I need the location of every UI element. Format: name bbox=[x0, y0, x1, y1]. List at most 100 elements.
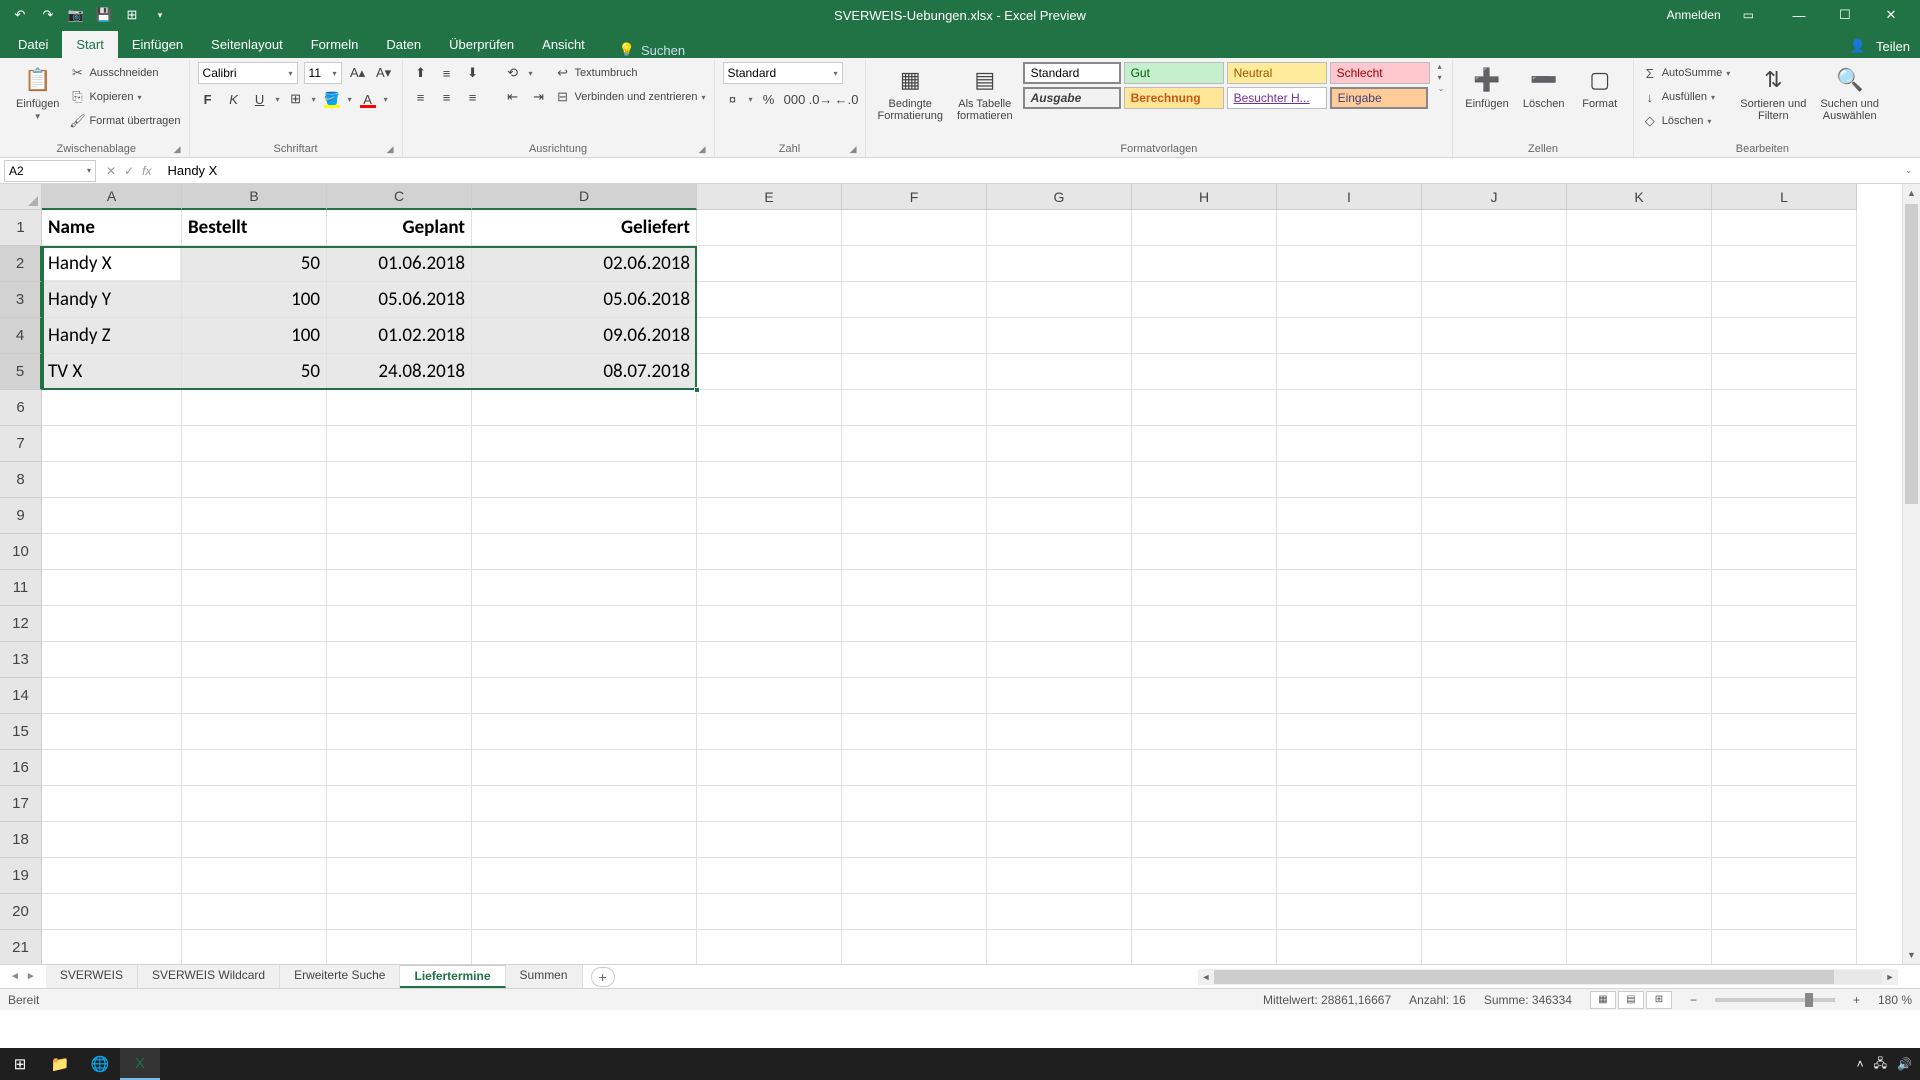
cell[interactable] bbox=[1712, 786, 1857, 822]
cell[interactable] bbox=[327, 678, 472, 714]
style-schlecht[interactable]: Schlecht bbox=[1330, 62, 1430, 84]
style-eingabe[interactable]: Eingabe bbox=[1330, 87, 1428, 109]
row-header[interactable]: 4 bbox=[0, 318, 42, 354]
cell[interactable] bbox=[842, 642, 987, 678]
cell[interactable] bbox=[1277, 606, 1422, 642]
cell[interactable] bbox=[182, 534, 327, 570]
row-header[interactable]: 10 bbox=[0, 534, 42, 570]
cell[interactable] bbox=[1422, 534, 1567, 570]
cell[interactable] bbox=[1567, 894, 1712, 930]
cell[interactable]: Name bbox=[42, 210, 182, 246]
cell[interactable] bbox=[472, 714, 697, 750]
column-header[interactable]: H bbox=[1132, 184, 1277, 210]
cell[interactable] bbox=[1712, 930, 1857, 964]
cell[interactable] bbox=[987, 246, 1132, 282]
row-header[interactable]: 13 bbox=[0, 642, 42, 678]
cell[interactable] bbox=[987, 354, 1132, 390]
cell[interactable]: 24.08.2018 bbox=[327, 354, 472, 390]
cell[interactable] bbox=[1132, 606, 1277, 642]
page-layout-view-button[interactable]: ▤ bbox=[1618, 991, 1644, 1009]
cell[interactable] bbox=[182, 786, 327, 822]
row-header[interactable]: 21 bbox=[0, 930, 42, 964]
dialog-launcher-icon[interactable]: ◢ bbox=[387, 144, 394, 155]
copy-button[interactable]: ⎘Kopieren▾ bbox=[69, 86, 180, 108]
spreadsheet-grid[interactable]: ABCDEFGHIJKL 123456789101112131415161718… bbox=[0, 184, 1920, 964]
cell[interactable] bbox=[327, 570, 472, 606]
cell[interactable] bbox=[1132, 858, 1277, 894]
signin-link[interactable]: Anmelden bbox=[1667, 8, 1721, 22]
row-header[interactable]: 2 bbox=[0, 246, 42, 282]
sheet-tab[interactable]: Liefertermine bbox=[400, 965, 505, 988]
align-left-button[interactable]: ≡ bbox=[411, 87, 431, 107]
cell[interactable] bbox=[1422, 462, 1567, 498]
ribbon-display-icon[interactable]: ▭ bbox=[1743, 8, 1754, 22]
cell[interactable] bbox=[1567, 282, 1712, 318]
row-header[interactable]: 8 bbox=[0, 462, 42, 498]
cell[interactable] bbox=[697, 246, 842, 282]
save-icon[interactable]: 💾 bbox=[96, 7, 112, 23]
cell[interactable] bbox=[1132, 894, 1277, 930]
row-header[interactable]: 14 bbox=[0, 678, 42, 714]
cell[interactable] bbox=[1712, 246, 1857, 282]
cell[interactable] bbox=[697, 858, 842, 894]
expand-formula-bar-icon[interactable]: ⌄ bbox=[1905, 166, 1920, 175]
column-header[interactable]: G bbox=[987, 184, 1132, 210]
cell[interactable] bbox=[1422, 858, 1567, 894]
zoom-in-button[interactable]: + bbox=[1853, 993, 1860, 1007]
cell[interactable] bbox=[327, 462, 472, 498]
cell[interactable] bbox=[987, 282, 1132, 318]
cell[interactable] bbox=[327, 714, 472, 750]
font-size-select[interactable]: 11▾ bbox=[304, 62, 342, 84]
cell[interactable] bbox=[42, 714, 182, 750]
gallery-more-icon[interactable]: ⌄ bbox=[1438, 84, 1445, 93]
dialog-launcher-icon[interactable]: ◢ bbox=[699, 144, 706, 155]
cell[interactable]: 100 bbox=[182, 282, 327, 318]
tray-chevron-icon[interactable]: ˄ bbox=[1857, 1057, 1864, 1071]
row-header[interactable]: 6 bbox=[0, 390, 42, 426]
column-header[interactable]: L bbox=[1712, 184, 1857, 210]
font-color-button[interactable]: A bbox=[358, 89, 378, 109]
tab-review[interactable]: Überprüfen bbox=[435, 31, 528, 58]
cell[interactable] bbox=[327, 498, 472, 534]
cell[interactable] bbox=[987, 678, 1132, 714]
formula-input[interactable]: Handy X bbox=[161, 163, 1905, 178]
cell[interactable] bbox=[472, 822, 697, 858]
gallery-down-icon[interactable]: ▾ bbox=[1438, 73, 1445, 82]
decrease-font-button[interactable]: A▾ bbox=[374, 63, 394, 83]
cell[interactable] bbox=[182, 570, 327, 606]
cell[interactable]: 05.06.2018 bbox=[327, 282, 472, 318]
row-header[interactable]: 12 bbox=[0, 606, 42, 642]
page-break-view-button[interactable]: ⊞ bbox=[1646, 991, 1672, 1009]
cell[interactable] bbox=[842, 318, 987, 354]
cell[interactable] bbox=[1567, 678, 1712, 714]
cell[interactable] bbox=[697, 714, 842, 750]
row-header[interactable]: 7 bbox=[0, 426, 42, 462]
cell[interactable] bbox=[1567, 246, 1712, 282]
cell[interactable] bbox=[1567, 606, 1712, 642]
column-header[interactable]: A bbox=[42, 184, 182, 210]
cell[interactable] bbox=[1132, 390, 1277, 426]
cell[interactable] bbox=[472, 642, 697, 678]
cell[interactable] bbox=[1132, 642, 1277, 678]
cell[interactable]: 50 bbox=[182, 354, 327, 390]
accounting-button[interactable]: ¤ bbox=[723, 89, 743, 109]
name-box[interactable]: A2▾ bbox=[4, 160, 96, 182]
autosum-button[interactable]: ΣAutoSumme▾ bbox=[1642, 62, 1731, 84]
cell[interactable] bbox=[327, 642, 472, 678]
cell[interactable] bbox=[182, 858, 327, 894]
tab-formulas[interactable]: Formeln bbox=[297, 31, 373, 58]
sheet-tab[interactable]: SVERWEIS Wildcard bbox=[138, 965, 280, 988]
cell[interactable] bbox=[1422, 498, 1567, 534]
scrollbar-thumb[interactable] bbox=[1905, 204, 1918, 504]
format-painter-button[interactable]: 🖌Format übertragen bbox=[69, 110, 180, 132]
cell[interactable] bbox=[1132, 462, 1277, 498]
cell[interactable] bbox=[182, 678, 327, 714]
row-header[interactable]: 9 bbox=[0, 498, 42, 534]
cell[interactable] bbox=[327, 786, 472, 822]
cell[interactable] bbox=[1712, 606, 1857, 642]
row-headers[interactable]: 123456789101112131415161718192021 bbox=[0, 210, 42, 964]
sheet-nav-next[interactable]: ► bbox=[26, 971, 36, 982]
cell[interactable] bbox=[42, 606, 182, 642]
cell[interactable] bbox=[1567, 426, 1712, 462]
dialog-launcher-icon[interactable]: ◢ bbox=[174, 144, 181, 155]
